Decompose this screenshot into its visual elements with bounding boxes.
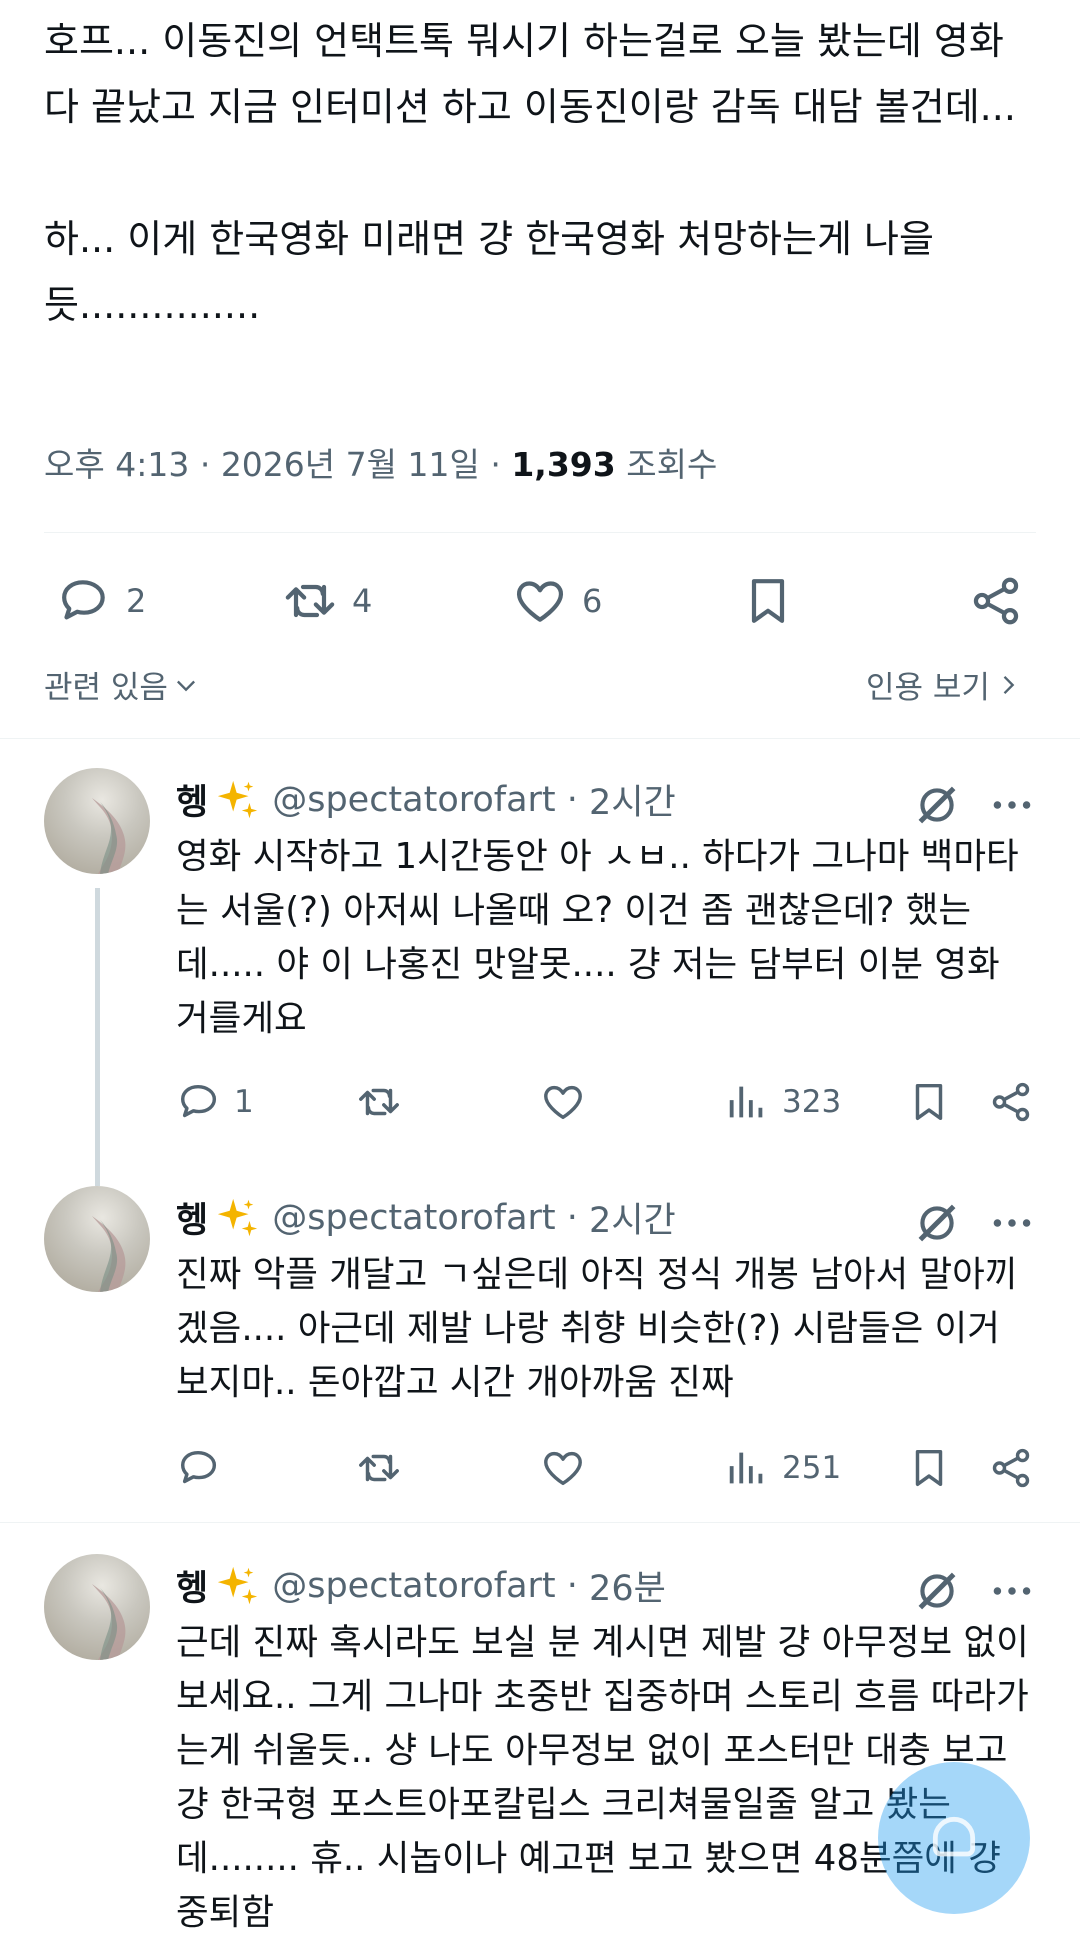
- reply-header: 헹 @spectatorofart · 2시간: [176, 1192, 676, 1243]
- more-dots-icon[interactable]: [986, 780, 1038, 830]
- like-count: 6: [582, 582, 603, 620]
- thread-line: [95, 888, 100, 1186]
- views-count: 323: [782, 1084, 842, 1120]
- heart-icon: [544, 1085, 582, 1120]
- tweet-text: 호프... 이동진의 언택트톡 뭐시기 하는걸로 오늘 봤는데 영화 다 끝났고…: [44, 19, 1016, 327]
- speech-bubble-icon: [62, 580, 105, 620]
- share-button[interactable]: [968, 568, 1024, 634]
- more-dots-icon[interactable]: [986, 1566, 1038, 1616]
- retweet-icon: [285, 584, 335, 618]
- share-button[interactable]: [988, 1442, 1034, 1494]
- compose-icon: [932, 1817, 976, 1857]
- reply-handle[interactable]: @spectatorofart: [272, 780, 555, 820]
- reply-button[interactable]: [176, 1442, 222, 1494]
- bar-chart-icon: [729, 1452, 763, 1484]
- share-icon: [992, 1448, 1030, 1488]
- speech-bubble-icon: [180, 1084, 217, 1118]
- like-button[interactable]: 6: [512, 568, 602, 634]
- share-button[interactable]: [988, 1076, 1034, 1128]
- tweet-views-label: 조회수: [626, 445, 718, 484]
- bookmark-icon: [751, 579, 785, 623]
- reply-count: 2: [126, 582, 147, 620]
- grok-icon[interactable]: [912, 780, 962, 830]
- quote-link[interactable]: 인용 보기: [866, 662, 1022, 707]
- avatar-image: [92, 1584, 126, 1660]
- avatar[interactable]: [44, 1186, 150, 1292]
- reply-button[interactable]: 2: [56, 568, 146, 634]
- reply-action-bar: 1 323: [0, 1076, 1080, 1128]
- retweet-button[interactable]: [356, 1442, 402, 1494]
- tweet-date[interactable]: 2026년 7월 11일: [221, 445, 480, 484]
- reply-time[interactable]: 26분: [589, 1560, 666, 1611]
- bookmark-icon: [915, 1083, 943, 1121]
- bookmark-button[interactable]: [906, 1442, 952, 1494]
- meta-divider: [44, 532, 1036, 533]
- retweet-icon: [359, 1454, 399, 1482]
- quote-label: 인용 보기: [866, 670, 990, 706]
- grok-icon[interactable]: [912, 1566, 962, 1616]
- avatar[interactable]: [44, 1554, 150, 1660]
- reply-divider: [0, 1522, 1080, 1523]
- reply-action-bar: 251: [0, 1442, 1080, 1494]
- section-divider: [0, 738, 1080, 739]
- share-icon: [992, 1082, 1030, 1122]
- retweet-icon: [359, 1088, 399, 1116]
- reply-author-name[interactable]: 헹: [176, 1192, 208, 1243]
- avatar-image: [92, 798, 126, 874]
- more-dots-icon[interactable]: [986, 1198, 1038, 1248]
- reply-time[interactable]: 2시간: [589, 774, 676, 825]
- bookmark-button[interactable]: [740, 568, 796, 634]
- reply-handle[interactable]: @spectatorofart: [272, 1198, 555, 1238]
- speech-bubble-icon: [180, 1450, 217, 1484]
- tweet-action-bar: 2 4 6: [0, 568, 1080, 634]
- retweet-button[interactable]: [356, 1076, 402, 1128]
- reply-button[interactable]: 1: [176, 1076, 254, 1128]
- reply-author-name[interactable]: 헹: [176, 1560, 208, 1611]
- sparkles-emoji: [218, 1566, 258, 1604]
- tweet-time[interactable]: 오후 4:13: [44, 445, 189, 484]
- sparkles-emoji: [218, 1198, 258, 1236]
- bookmark-button[interactable]: [906, 1076, 952, 1128]
- compose-fab[interactable]: [878, 1762, 1030, 1914]
- heart-icon: [516, 581, 564, 622]
- retweet-count: 4: [352, 582, 373, 620]
- grok-icon[interactable]: [912, 1198, 962, 1248]
- related-label: 관련 있음: [44, 670, 168, 706]
- sparkles-emoji: [218, 780, 258, 818]
- chevron-right-icon: [1003, 675, 1015, 694]
- bookmark-icon: [915, 1449, 943, 1487]
- heart-icon: [544, 1451, 582, 1486]
- reply-header: 헹 @spectatorofart · 26분: [176, 1560, 666, 1611]
- retweet-button[interactable]: 4: [282, 568, 372, 634]
- chevron-down-icon: [176, 680, 195, 691]
- like-button[interactable]: [540, 1076, 586, 1128]
- views-button[interactable]: 251: [724, 1442, 841, 1494]
- reply-time[interactable]: 2시간: [589, 1192, 676, 1243]
- like-button[interactable]: [540, 1442, 586, 1494]
- reply-author-name[interactable]: 헹: [176, 774, 208, 825]
- reply-header: 헹 @spectatorofart · 2시간: [176, 774, 676, 825]
- reply-handle[interactable]: @spectatorofart: [272, 1566, 555, 1606]
- avatar-image: [92, 1216, 126, 1292]
- related-link[interactable]: 관련 있음: [44, 662, 200, 707]
- reply-text: 영화 시작하고 1시간동안 아 ㅅㅂ.. 하다가 그나마 백마타는 서울(?) …: [176, 836, 1019, 1039]
- tweet-meta: 오후 4:13 · 2026년 7월 11일 · 1,393 조회수: [44, 445, 718, 484]
- views-button[interactable]: 323: [724, 1076, 841, 1128]
- tweet-views-count: 1,393: [511, 445, 616, 484]
- avatar[interactable]: [44, 768, 150, 874]
- reply-text: 진짜 악플 개달고 ㄱ싶은데 아직 정식 개봉 남아서 말아끼겠음.... 아근…: [176, 1254, 1018, 1403]
- bar-chart-icon: [729, 1086, 763, 1118]
- views-count: 251: [782, 1450, 842, 1486]
- reply-count: 1: [234, 1084, 254, 1120]
- share-icon: [973, 577, 1019, 625]
